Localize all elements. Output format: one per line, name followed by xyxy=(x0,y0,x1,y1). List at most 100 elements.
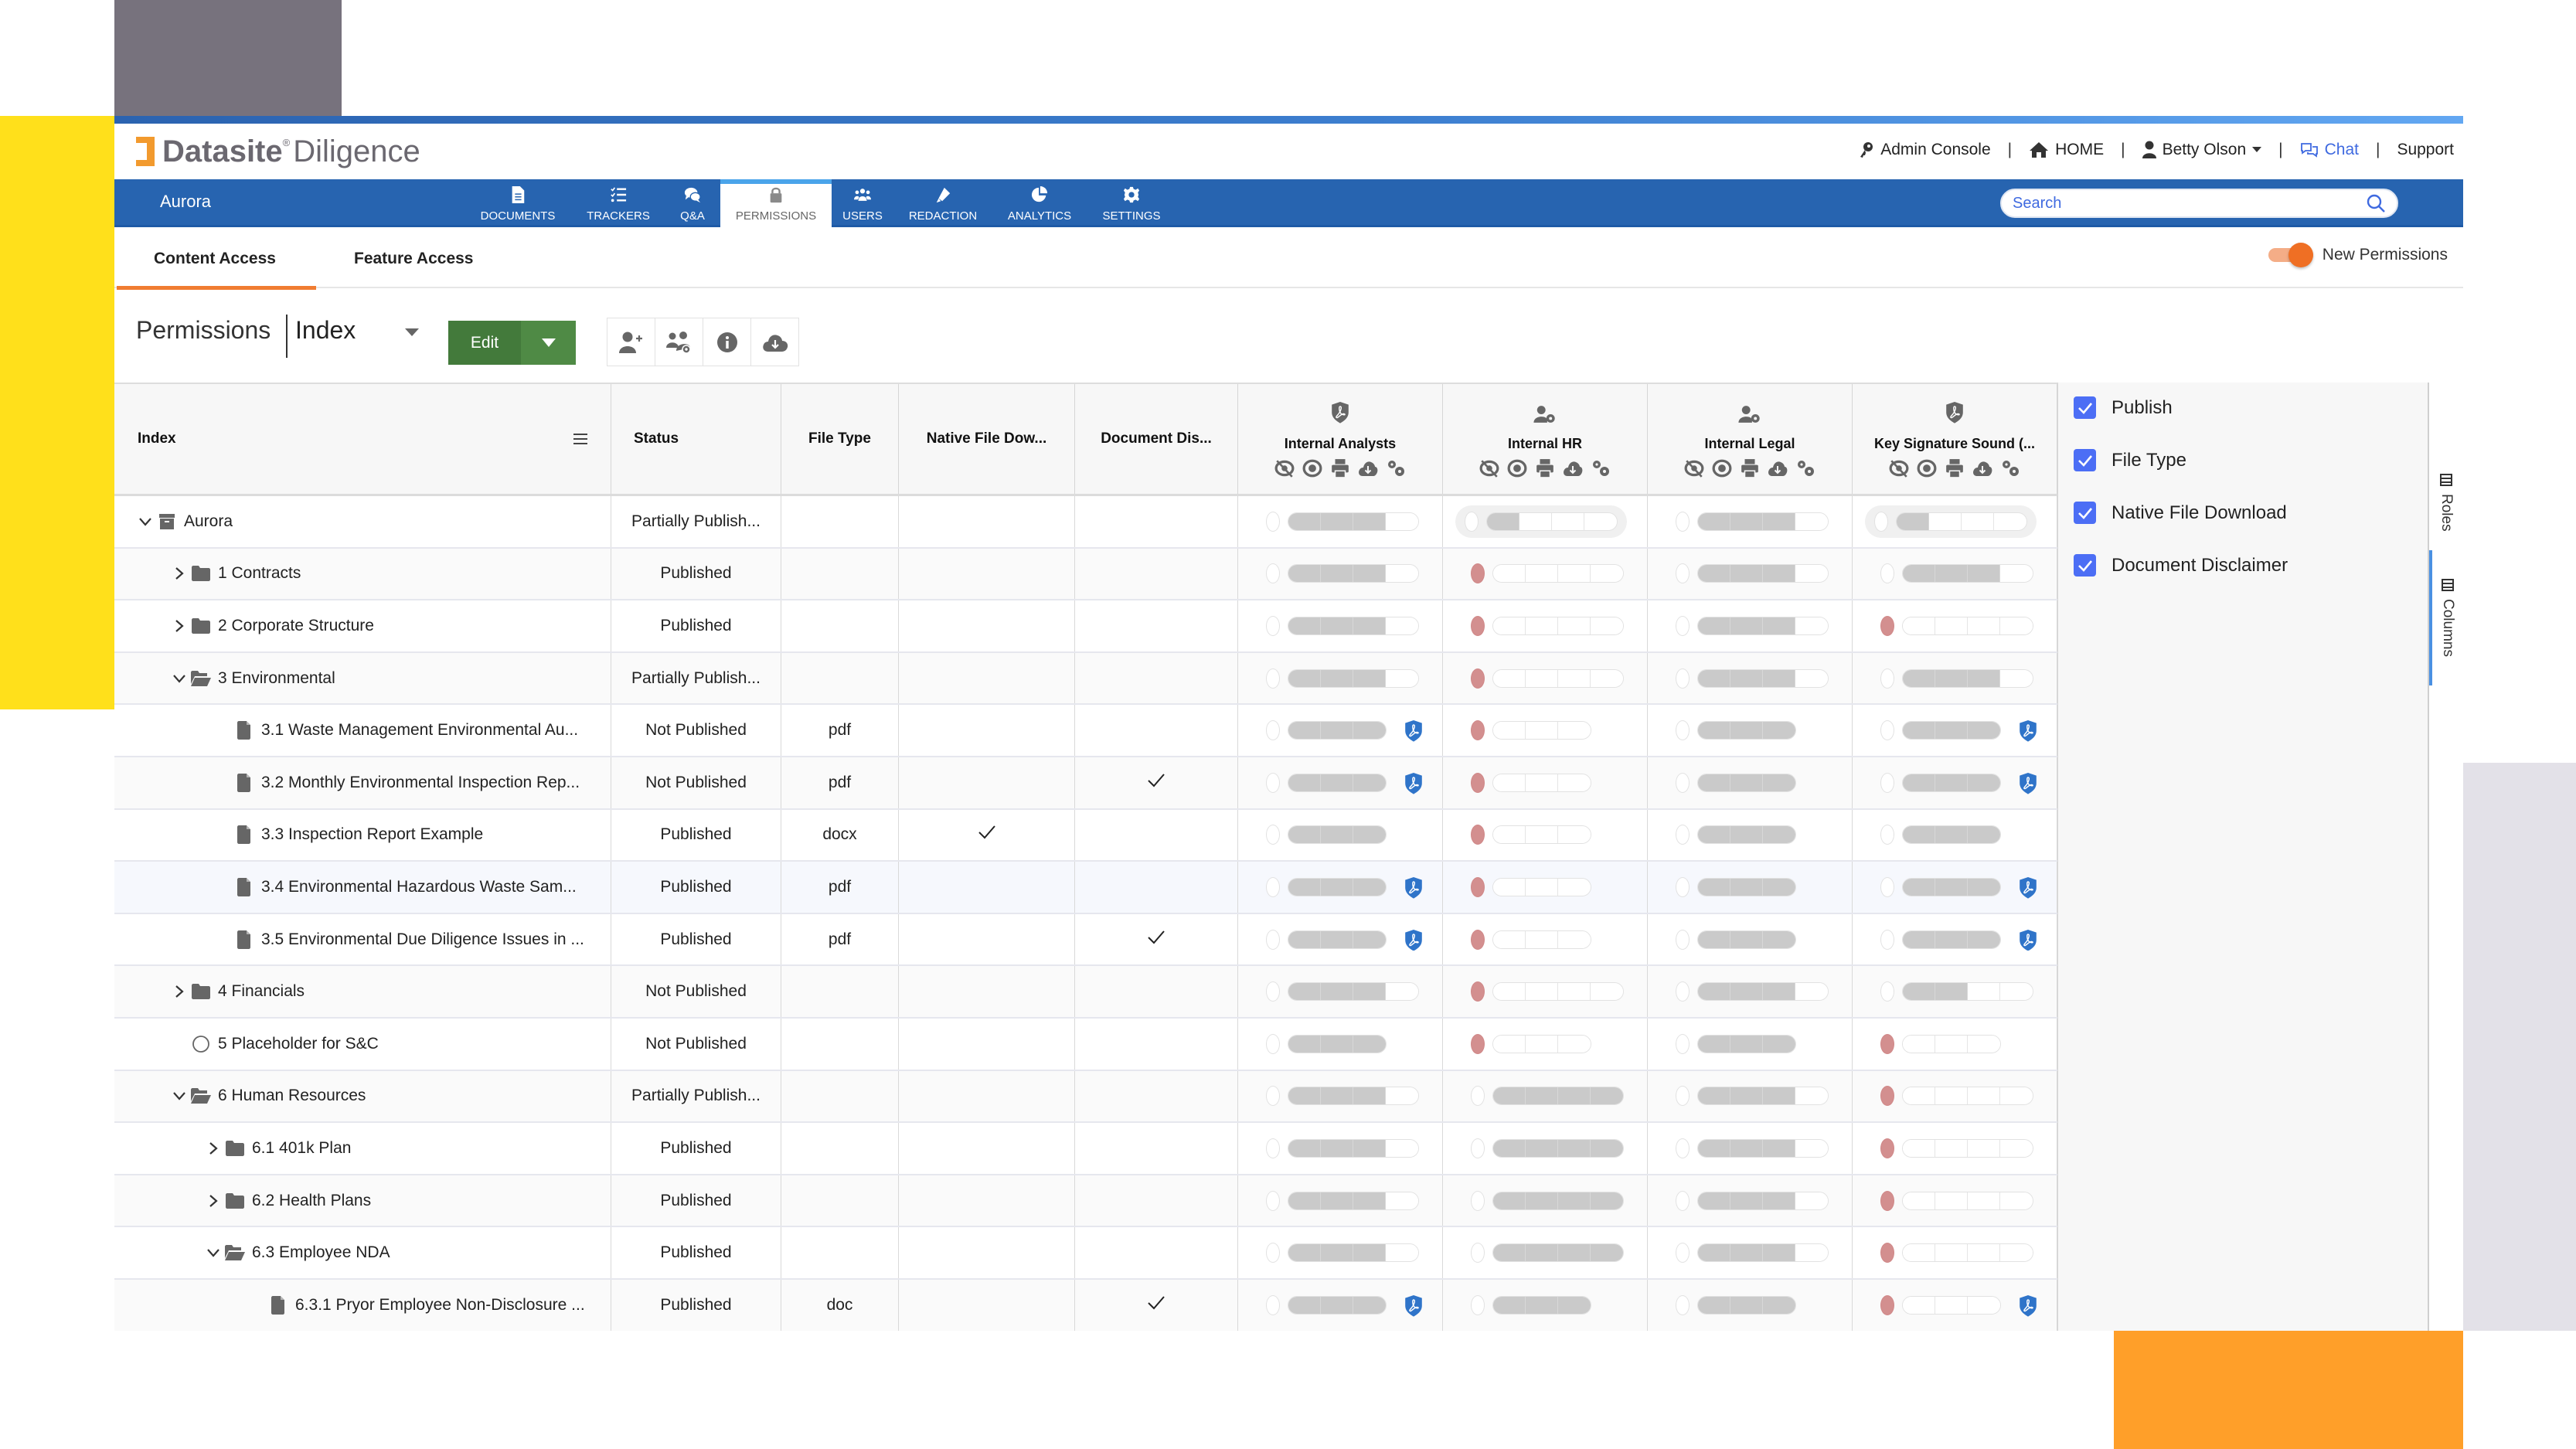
index-item-name[interactable]: 6.1 401k Plan xyxy=(252,1139,351,1158)
permission-control[interactable] xyxy=(1676,1033,1796,1054)
disclaimer-cell[interactable] xyxy=(1075,1123,1238,1174)
permission-segment[interactable] xyxy=(1591,1244,1623,1262)
permission-segment[interactable] xyxy=(1698,617,1730,634)
permission-segment[interactable] xyxy=(1795,983,1828,1001)
permission-segment[interactable] xyxy=(1386,983,1418,1001)
permission-segment[interactable] xyxy=(1493,930,1526,948)
hidden-icon[interactable] xyxy=(1889,458,1909,483)
permission-segment[interactable] xyxy=(1795,512,1828,530)
permission-segment[interactable] xyxy=(1903,826,1935,844)
settings-icon[interactable] xyxy=(1591,458,1611,483)
permission-segment[interactable] xyxy=(1493,617,1526,634)
permission-segment[interactable] xyxy=(1730,826,1763,844)
permission-level-bar[interactable] xyxy=(1492,616,1624,635)
permission-segment[interactable] xyxy=(1353,1035,1386,1053)
permission-segment[interactable] xyxy=(1935,826,1968,844)
pdf-protection-icon[interactable] xyxy=(1404,877,1423,903)
permission-level-bar[interactable] xyxy=(1902,825,2001,845)
index-item-name[interactable]: Aurora xyxy=(184,512,233,531)
index-item-name[interactable]: 3.3 Inspection Report Example xyxy=(261,825,483,844)
permission-level-bar[interactable] xyxy=(1902,616,2033,635)
permission-segment[interactable] xyxy=(1795,617,1828,634)
permission-segment[interactable] xyxy=(1591,1087,1623,1105)
permission-control[interactable] xyxy=(1471,1138,1624,1158)
column-checkbox[interactable] xyxy=(2074,396,2096,419)
permission-segment[interactable] xyxy=(1526,617,1558,634)
permission-segment[interactable] xyxy=(1968,1035,2000,1053)
permission-segment[interactable] xyxy=(1386,512,1418,530)
permission-level-bar[interactable] xyxy=(1288,564,1419,583)
permission-segment[interactable] xyxy=(1321,1192,1353,1209)
permission-segment[interactable] xyxy=(1558,1087,1591,1105)
table-row[interactable]: 6.3 Employee NDA Published xyxy=(114,1227,2057,1280)
permission-level-bar[interactable] xyxy=(1697,616,1829,635)
search-icon[interactable] xyxy=(2366,193,2386,213)
permission-level-bar[interactable] xyxy=(1902,1138,2033,1158)
permission-segment[interactable] xyxy=(1321,565,1353,583)
permission-segment[interactable] xyxy=(1321,617,1353,634)
permission-segment[interactable] xyxy=(1968,1087,2000,1105)
permission-segment[interactable] xyxy=(1493,774,1526,791)
permission-segment[interactable] xyxy=(1493,1087,1526,1105)
permission-segment[interactable] xyxy=(1558,826,1591,844)
permission-segment[interactable] xyxy=(1795,565,1828,583)
native-download-cell[interactable] xyxy=(899,1019,1075,1070)
permission-segment[interactable] xyxy=(1288,512,1321,530)
disclaimer-cell[interactable] xyxy=(1075,705,1238,756)
table-row[interactable]: 1 Contracts Published xyxy=(114,548,2057,601)
column-option[interactable]: Document Disclaimer xyxy=(2074,554,2288,577)
pdf-protection-icon[interactable] xyxy=(1404,929,1423,956)
table-row[interactable]: 6.1 401k Plan Published xyxy=(114,1123,2057,1175)
permission-segment[interactable] xyxy=(1763,826,1795,844)
permission-indicator[interactable] xyxy=(1266,668,1280,689)
permission-segment[interactable] xyxy=(1903,983,1935,1001)
permission-segment[interactable] xyxy=(1519,512,1552,530)
permission-level-bar[interactable] xyxy=(1492,982,1624,1002)
index-item-name[interactable]: 6 Human Resources xyxy=(218,1087,366,1105)
permission-level-bar[interactable] xyxy=(1492,877,1591,896)
permission-segment[interactable] xyxy=(1558,617,1591,634)
permission-segment[interactable] xyxy=(1526,1139,1558,1157)
permission-indicator[interactable] xyxy=(1676,1294,1690,1315)
permission-segment[interactable] xyxy=(1763,930,1795,948)
permission-level-bar[interactable] xyxy=(1902,1191,2033,1210)
permission-segment[interactable] xyxy=(1584,512,1617,530)
permission-segment[interactable] xyxy=(1730,878,1763,896)
column-checkbox[interactable] xyxy=(2074,449,2096,471)
permission-segment[interactable] xyxy=(1353,878,1386,896)
permission-indicator[interactable] xyxy=(1880,668,1894,689)
column-header-index[interactable]: Index xyxy=(114,384,611,494)
disclaimer-cell[interactable] xyxy=(1075,862,1238,913)
permission-segment[interactable] xyxy=(1321,774,1353,791)
permission-segment[interactable] xyxy=(1526,1192,1558,1209)
permission-control[interactable] xyxy=(1880,929,2001,950)
permission-segment[interactable] xyxy=(1795,1139,1828,1157)
permission-indicator[interactable] xyxy=(1471,1243,1485,1264)
table-row[interactable]: 3.2 Monthly Environmental Inspection Rep… xyxy=(114,757,2057,810)
permission-control[interactable] xyxy=(1880,720,2001,741)
denied-indicator[interactable] xyxy=(1880,1086,1894,1107)
permission-control[interactable] xyxy=(1471,1243,1624,1264)
permission-segment[interactable] xyxy=(1935,1139,1968,1157)
denied-indicator[interactable] xyxy=(1471,615,1485,636)
permission-level-bar[interactable] xyxy=(1492,930,1591,949)
native-download-cell[interactable] xyxy=(899,862,1075,913)
print-icon[interactable] xyxy=(1330,458,1350,483)
info-button[interactable] xyxy=(703,318,751,366)
permission-segment[interactable] xyxy=(1526,983,1558,1001)
permission-segment[interactable] xyxy=(1591,983,1623,1001)
denied-indicator[interactable] xyxy=(1471,929,1485,950)
permission-indicator[interactable] xyxy=(1266,720,1280,741)
permission-segment[interactable] xyxy=(1558,722,1591,740)
column-checkbox[interactable] xyxy=(2074,502,2096,524)
column-header-document-disclaimer[interactable]: Document Dis... xyxy=(1075,384,1238,494)
permission-control[interactable] xyxy=(1266,1243,1419,1264)
column-menu-icon[interactable] xyxy=(573,434,587,444)
permission-control[interactable] xyxy=(1676,929,1796,950)
native-download-cell[interactable] xyxy=(899,913,1075,965)
permission-segment[interactable] xyxy=(1730,512,1763,530)
permission-indicator[interactable] xyxy=(1676,720,1690,741)
denied-indicator[interactable] xyxy=(1471,1033,1485,1054)
pdf-protection-icon[interactable] xyxy=(1404,1295,1423,1321)
permission-level-bar[interactable] xyxy=(1902,1034,2001,1053)
